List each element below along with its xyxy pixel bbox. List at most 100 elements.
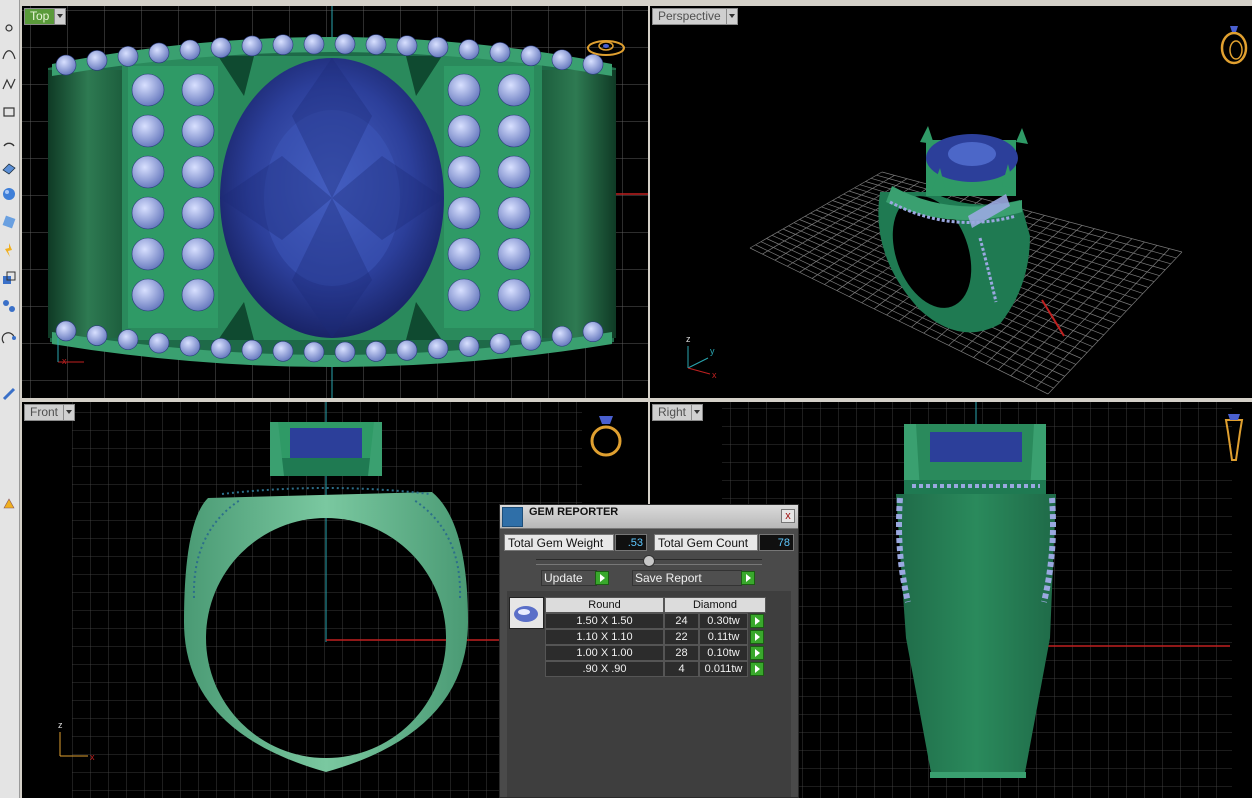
row-go-icon[interactable] <box>750 614 764 628</box>
accent-diamond <box>210 37 232 58</box>
accent-diamond <box>497 237 531 271</box>
gem-size-cell: 1.10 X 1.10 <box>545 629 664 645</box>
boolean-icon[interactable] <box>1 270 17 286</box>
point-icon[interactable] <box>1 20 17 36</box>
ring-icon <box>1220 26 1248 65</box>
total-gem-count-label: Total Gem Count <box>654 534 758 551</box>
gem-count-cell: 22 <box>664 629 699 645</box>
perspective-scene: z y x <box>686 126 1183 395</box>
gem-weight-cell: 0.011tw <box>699 661 748 677</box>
accent-diamond <box>303 341 325 363</box>
slider-knob[interactable] <box>643 555 655 567</box>
sphere-icon[interactable] <box>1 186 17 202</box>
gem-reporter-titlebar[interactable]: GEM REPORTER x <box>500 505 798 529</box>
axis-z-label: z <box>686 334 691 344</box>
gem-icon[interactable] <box>509 597 544 629</box>
row-go-icon[interactable] <box>750 630 764 644</box>
tab-right[interactable]: Right <box>652 404 704 421</box>
close-button[interactable]: x <box>781 509 795 523</box>
accent-diamond <box>520 45 542 67</box>
accent-diamond <box>181 237 215 271</box>
chevron-down-icon[interactable] <box>725 9 737 24</box>
accent-diamond <box>181 278 215 312</box>
gem-weight-cell: 0.11tw <box>699 629 748 645</box>
accent-diamond <box>582 321 604 343</box>
accent-diamond <box>458 336 480 357</box>
accent-diamond <box>447 73 481 107</box>
axis-x-label: x <box>90 752 95 762</box>
accent-diamond <box>520 329 542 351</box>
gem-size-cell: 1.50 X 1.50 <box>545 613 664 629</box>
accent-diamond <box>497 155 531 189</box>
accent-diamond <box>131 155 165 189</box>
surface-icon[interactable] <box>1 160 17 176</box>
analyze-icon[interactable] <box>1 330 17 346</box>
accent-diamond <box>365 341 387 362</box>
polyline-icon[interactable] <box>1 76 17 92</box>
row-go-icon[interactable] <box>750 646 764 660</box>
viewport-label: Right <box>658 405 687 419</box>
update-go-icon[interactable] <box>595 571 609 585</box>
accent-diamond <box>497 196 531 230</box>
accent-diamond <box>272 34 294 56</box>
total-gem-count-value: 78 <box>759 534 794 551</box>
save-report-button[interactable]: Save Report <box>632 570 742 586</box>
gem-size-cell: 1.00 X 1.00 <box>545 645 664 661</box>
accent-diamond <box>489 333 511 354</box>
accent-diamond <box>86 325 108 346</box>
tab-top[interactable]: Top <box>24 8 67 25</box>
accent-diamond <box>131 237 165 271</box>
axis-y-label: y <box>710 346 715 356</box>
viewport-label: Front <box>30 405 59 419</box>
accent-diamond <box>365 34 387 55</box>
gem-count-cell: 24 <box>664 613 699 629</box>
accent-diamond <box>427 37 449 58</box>
chevron-down-icon[interactable] <box>691 405 703 420</box>
accent-diamond <box>396 35 418 56</box>
transform-icon[interactable] <box>1 298 17 314</box>
accent-diamond <box>117 329 139 350</box>
accent-diamond <box>241 35 263 57</box>
total-gem-weight-label: Total Gem Weight <box>504 534 614 551</box>
axis-x-label: x <box>62 356 67 366</box>
render-icon[interactable] <box>1 496 17 512</box>
accent-diamond <box>272 340 294 362</box>
curve-icon[interactable] <box>1 46 17 62</box>
viewport-label: Top <box>30 9 50 23</box>
accent-diamond <box>181 196 215 230</box>
update-button[interactable]: Update <box>541 570 597 586</box>
viewport-top[interactable]: x Top <box>22 6 648 398</box>
axis-z-label: z <box>58 720 63 730</box>
viewport-label: Perspective <box>658 9 721 23</box>
row-go-icon[interactable] <box>750 662 764 676</box>
viewport-perspective[interactable]: z y x Perspective <box>650 6 1252 398</box>
dimension-icon[interactable] <box>1 386 17 402</box>
extrude-icon[interactable] <box>1 214 17 230</box>
fillet-icon[interactable] <box>1 242 17 258</box>
ring-icon <box>1224 414 1244 461</box>
gem-weight-cell: 0.10tw <box>699 645 748 661</box>
accent-diamond <box>447 196 481 230</box>
chevron-down-icon[interactable] <box>63 405 75 420</box>
accent-diamond <box>497 114 531 148</box>
ring-icon <box>587 40 625 56</box>
gem-reporter-panel: GEM REPORTER x Total Gem Weight .53 Tota… <box>499 504 799 798</box>
gem-count-cell: 4 <box>664 661 699 677</box>
chevron-down-icon[interactable] <box>54 9 66 24</box>
accent-diamond <box>181 155 215 189</box>
accent-diamond <box>497 73 531 107</box>
accent-diamond <box>303 33 325 55</box>
tab-front[interactable]: Front <box>24 404 76 421</box>
rectangle-icon[interactable] <box>1 104 17 120</box>
accent-diamond <box>117 46 139 67</box>
arc-icon[interactable] <box>1 134 17 150</box>
accent-diamond <box>55 320 77 342</box>
accent-diamond <box>551 325 573 347</box>
tab-perspective[interactable]: Perspective <box>652 8 738 25</box>
save-report-go-icon[interactable] <box>741 571 755 585</box>
gem-reporter-title: GEM REPORTER <box>529 506 619 518</box>
accent-diamond <box>497 278 531 312</box>
accent-diamond <box>551 49 573 71</box>
gem-reporter-logo-icon <box>502 507 523 527</box>
top-view-scene: x <box>22 6 648 398</box>
